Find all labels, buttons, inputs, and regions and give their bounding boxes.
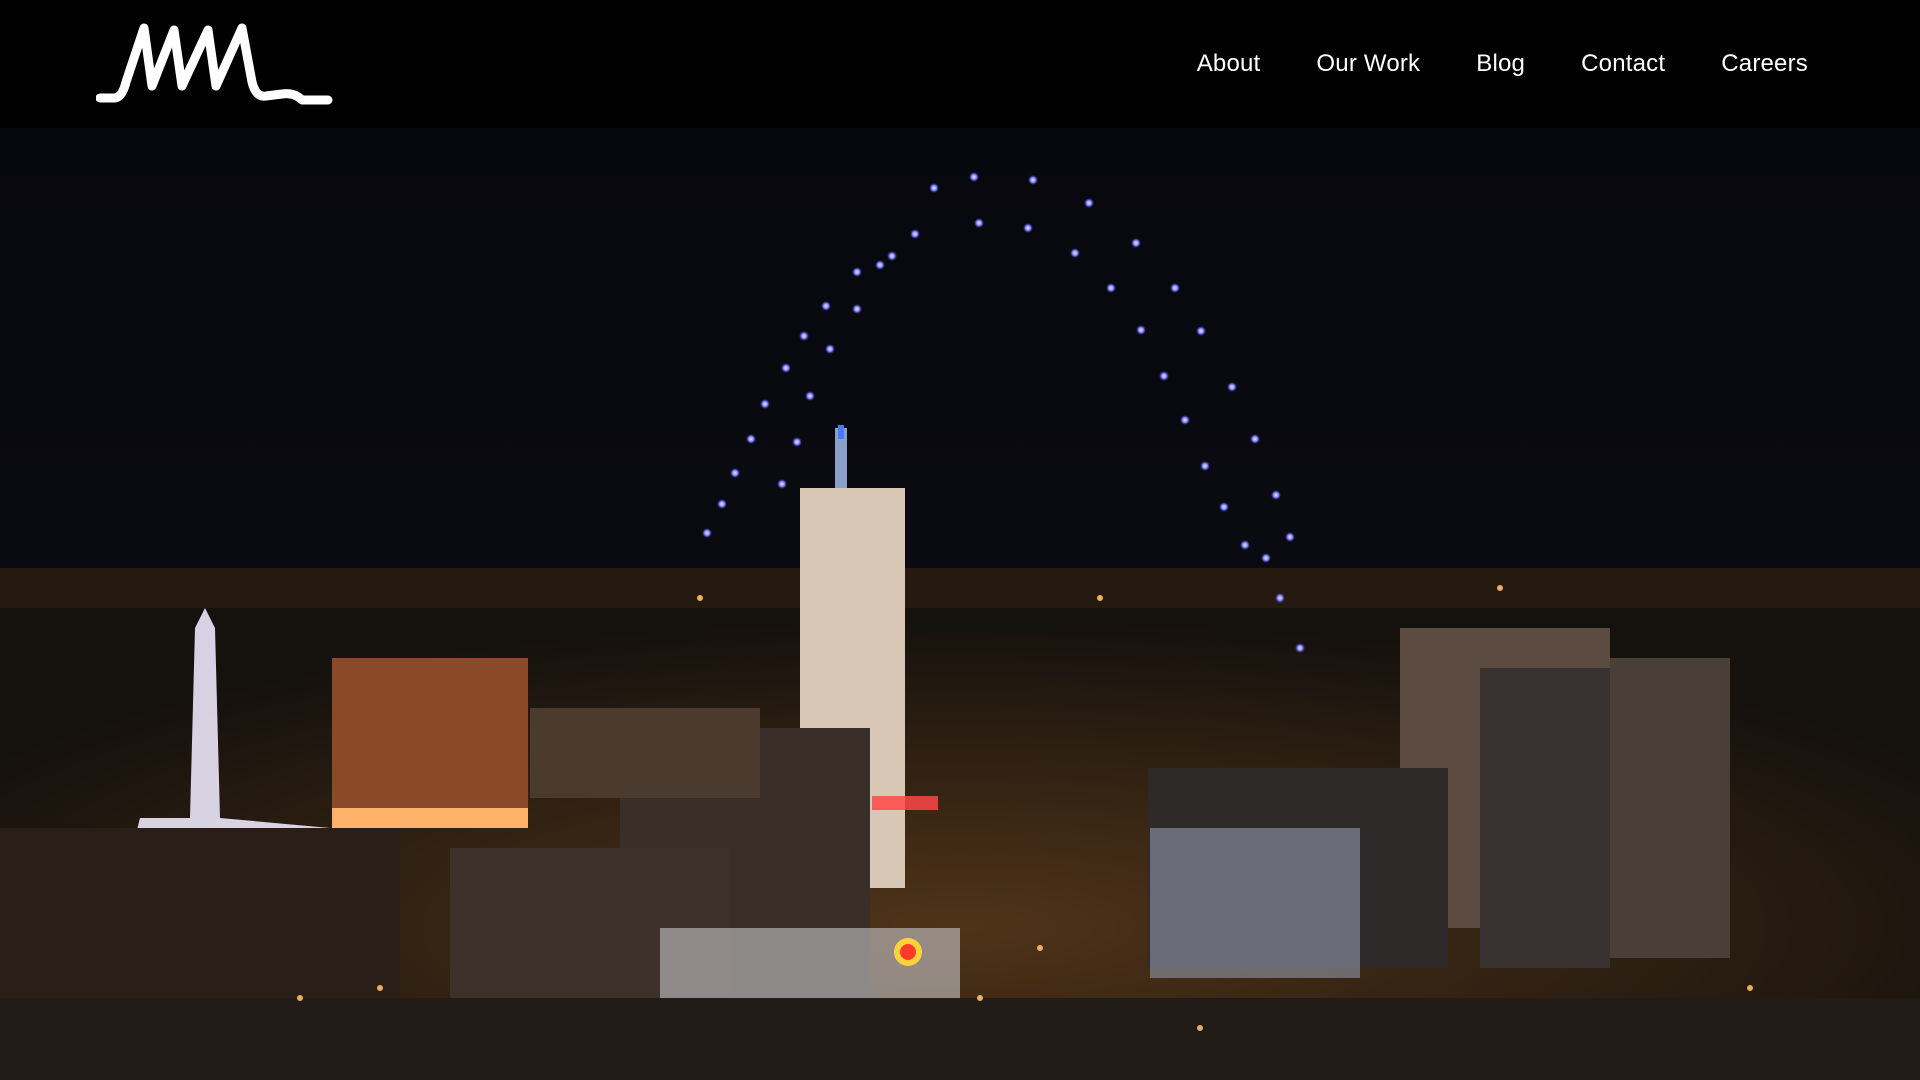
site-header: About Our Work Blog Contact Careers [0, 0, 1920, 128]
nav-contact[interactable]: Contact [1581, 50, 1665, 78]
hero-image [0, 128, 1920, 1080]
nav-our-work[interactable]: Our Work [1316, 50, 1420, 78]
wave-signature-logo-icon [95, 23, 333, 105]
main-navigation: About Our Work Blog Contact Careers [1197, 0, 1920, 128]
city-night-drone-arch-image [0, 128, 1920, 1080]
nav-blog[interactable]: Blog [1476, 50, 1525, 78]
nav-about[interactable]: About [1197, 50, 1261, 78]
nav-careers[interactable]: Careers [1721, 50, 1808, 78]
brand-logo[interactable] [95, 22, 356, 108]
